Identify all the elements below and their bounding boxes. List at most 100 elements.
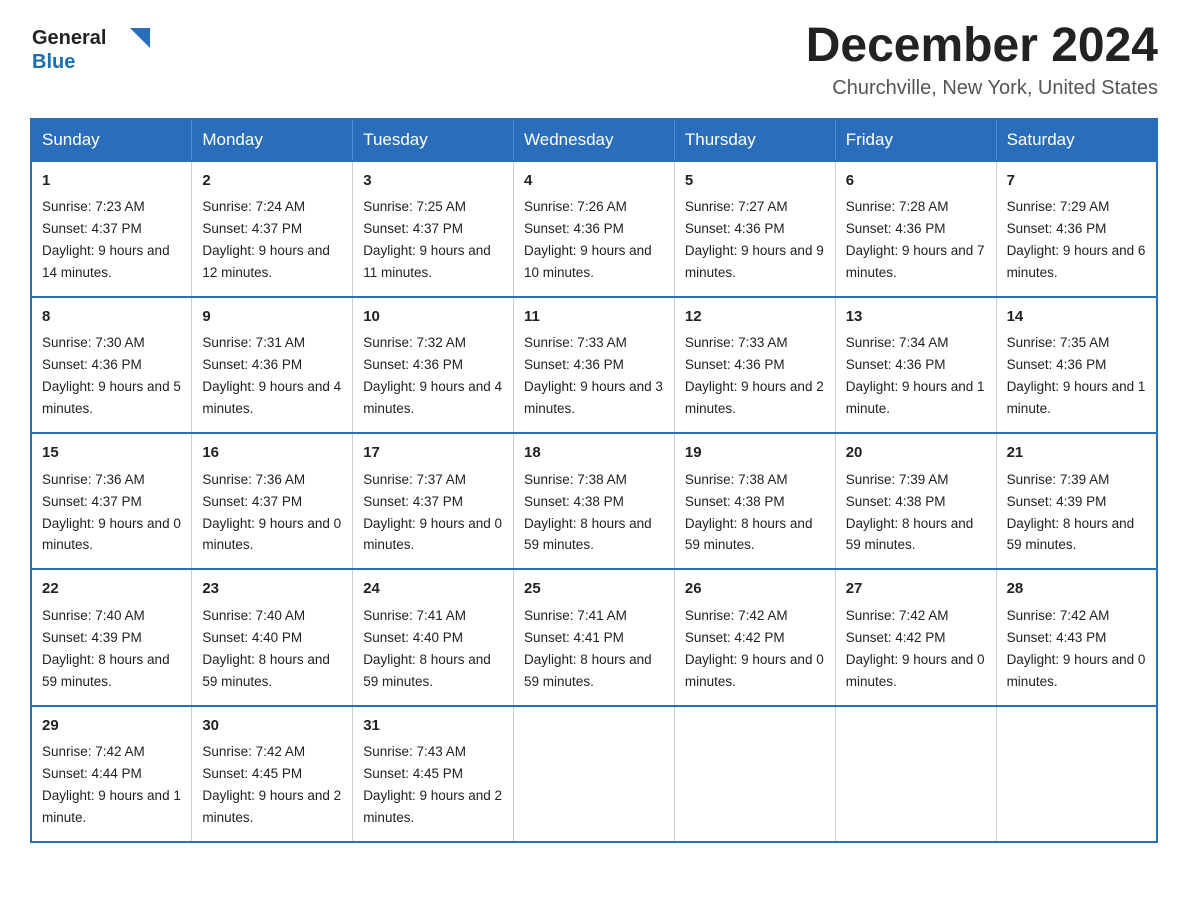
calendar-cell: 10 Sunrise: 7:32 AMSunset: 4:36 PMDaylig… (353, 297, 514, 433)
header-friday: Friday (835, 119, 996, 161)
calendar-cell: 14 Sunrise: 7:35 AMSunset: 4:36 PMDaylig… (996, 297, 1157, 433)
calendar-cell: 16 Sunrise: 7:36 AMSunset: 4:37 PMDaylig… (192, 433, 353, 569)
calendar-cell: 20 Sunrise: 7:39 AMSunset: 4:38 PMDaylig… (835, 433, 996, 569)
day-info: Sunrise: 7:39 AMSunset: 4:39 PMDaylight:… (1007, 472, 1135, 553)
day-info: Sunrise: 7:32 AMSunset: 4:36 PMDaylight:… (363, 335, 502, 416)
week-row-2: 8 Sunrise: 7:30 AMSunset: 4:36 PMDayligh… (31, 297, 1157, 433)
day-info: Sunrise: 7:38 AMSunset: 4:38 PMDaylight:… (524, 472, 652, 553)
day-info: Sunrise: 7:40 AMSunset: 4:40 PMDaylight:… (202, 608, 330, 689)
calendar-table: SundayMondayTuesdayWednesdayThursdayFrid… (30, 118, 1158, 843)
svg-text:General: General (32, 27, 106, 49)
day-info: Sunrise: 7:42 AMSunset: 4:43 PMDaylight:… (1007, 608, 1146, 689)
day-number: 24 (363, 578, 503, 601)
day-info: Sunrise: 7:42 AMSunset: 4:42 PMDaylight:… (685, 608, 824, 689)
calendar-cell: 29 Sunrise: 7:42 AMSunset: 4:44 PMDaylig… (31, 706, 192, 842)
day-info: Sunrise: 7:43 AMSunset: 4:45 PMDaylight:… (363, 744, 502, 825)
day-info: Sunrise: 7:36 AMSunset: 4:37 PMDaylight:… (42, 472, 181, 553)
calendar-cell: 11 Sunrise: 7:33 AMSunset: 4:36 PMDaylig… (514, 297, 675, 433)
day-info: Sunrise: 7:23 AMSunset: 4:37 PMDaylight:… (42, 199, 170, 280)
calendar-cell: 23 Sunrise: 7:40 AMSunset: 4:40 PMDaylig… (192, 569, 353, 705)
calendar-cell (514, 706, 675, 842)
day-number: 12 (685, 306, 825, 329)
svg-text:Blue: Blue (32, 51, 75, 73)
day-info: Sunrise: 7:31 AMSunset: 4:36 PMDaylight:… (202, 335, 341, 416)
day-info: Sunrise: 7:29 AMSunset: 4:36 PMDaylight:… (1007, 199, 1146, 280)
day-number: 27 (846, 578, 986, 601)
day-info: Sunrise: 7:42 AMSunset: 4:45 PMDaylight:… (202, 744, 341, 825)
day-info: Sunrise: 7:27 AMSunset: 4:36 PMDaylight:… (685, 199, 824, 280)
day-number: 22 (42, 578, 181, 601)
calendar-header-row: SundayMondayTuesdayWednesdayThursdayFrid… (31, 119, 1157, 161)
day-number: 1 (42, 170, 181, 193)
calendar-cell: 30 Sunrise: 7:42 AMSunset: 4:45 PMDaylig… (192, 706, 353, 842)
calendar-cell: 22 Sunrise: 7:40 AMSunset: 4:39 PMDaylig… (31, 569, 192, 705)
month-title: December 2024 (806, 20, 1158, 73)
title-block: December 2024 Churchville, New York, Uni… (806, 20, 1158, 100)
week-row-3: 15 Sunrise: 7:36 AMSunset: 4:37 PMDaylig… (31, 433, 1157, 569)
calendar-cell: 13 Sunrise: 7:34 AMSunset: 4:36 PMDaylig… (835, 297, 996, 433)
calendar-cell: 28 Sunrise: 7:42 AMSunset: 4:43 PMDaylig… (996, 569, 1157, 705)
day-number: 25 (524, 578, 664, 601)
day-number: 21 (1007, 442, 1146, 465)
day-number: 23 (202, 578, 342, 601)
calendar-cell: 24 Sunrise: 7:41 AMSunset: 4:40 PMDaylig… (353, 569, 514, 705)
calendar-cell (835, 706, 996, 842)
calendar-cell: 8 Sunrise: 7:30 AMSunset: 4:36 PMDayligh… (31, 297, 192, 433)
day-number: 29 (42, 715, 181, 738)
calendar-cell: 5 Sunrise: 7:27 AMSunset: 4:36 PMDayligh… (674, 161, 835, 297)
calendar-cell: 9 Sunrise: 7:31 AMSunset: 4:36 PMDayligh… (192, 297, 353, 433)
calendar-cell: 2 Sunrise: 7:24 AMSunset: 4:37 PMDayligh… (192, 161, 353, 297)
calendar-cell: 25 Sunrise: 7:41 AMSunset: 4:41 PMDaylig… (514, 569, 675, 705)
header-saturday: Saturday (996, 119, 1157, 161)
calendar-cell: 4 Sunrise: 7:26 AMSunset: 4:36 PMDayligh… (514, 161, 675, 297)
day-number: 15 (42, 442, 181, 465)
day-info: Sunrise: 7:36 AMSunset: 4:37 PMDaylight:… (202, 472, 341, 553)
calendar-cell: 6 Sunrise: 7:28 AMSunset: 4:36 PMDayligh… (835, 161, 996, 297)
week-row-4: 22 Sunrise: 7:40 AMSunset: 4:39 PMDaylig… (31, 569, 1157, 705)
day-info: Sunrise: 7:34 AMSunset: 4:36 PMDaylight:… (846, 335, 985, 416)
day-info: Sunrise: 7:41 AMSunset: 4:40 PMDaylight:… (363, 608, 491, 689)
calendar-cell: 31 Sunrise: 7:43 AMSunset: 4:45 PMDaylig… (353, 706, 514, 842)
day-number: 10 (363, 306, 503, 329)
calendar-cell: 15 Sunrise: 7:36 AMSunset: 4:37 PMDaylig… (31, 433, 192, 569)
header-thursday: Thursday (674, 119, 835, 161)
day-number: 28 (1007, 578, 1146, 601)
day-number: 14 (1007, 306, 1146, 329)
day-info: Sunrise: 7:30 AMSunset: 4:36 PMDaylight:… (42, 335, 181, 416)
logo: General Blue (30, 20, 150, 75)
week-row-5: 29 Sunrise: 7:42 AMSunset: 4:44 PMDaylig… (31, 706, 1157, 842)
day-info: Sunrise: 7:25 AMSunset: 4:37 PMDaylight:… (363, 199, 491, 280)
day-number: 2 (202, 170, 342, 193)
day-number: 31 (363, 715, 503, 738)
day-number: 18 (524, 442, 664, 465)
day-info: Sunrise: 7:37 AMSunset: 4:37 PMDaylight:… (363, 472, 502, 553)
day-number: 20 (846, 442, 986, 465)
calendar-cell: 21 Sunrise: 7:39 AMSunset: 4:39 PMDaylig… (996, 433, 1157, 569)
day-number: 3 (363, 170, 503, 193)
calendar-cell (996, 706, 1157, 842)
header-monday: Monday (192, 119, 353, 161)
calendar-cell: 26 Sunrise: 7:42 AMSunset: 4:42 PMDaylig… (674, 569, 835, 705)
day-info: Sunrise: 7:40 AMSunset: 4:39 PMDaylight:… (42, 608, 170, 689)
logo-svg: General Blue (30, 20, 150, 75)
day-number: 9 (202, 306, 342, 329)
day-number: 6 (846, 170, 986, 193)
calendar-cell: 3 Sunrise: 7:25 AMSunset: 4:37 PMDayligh… (353, 161, 514, 297)
calendar-cell: 17 Sunrise: 7:37 AMSunset: 4:37 PMDaylig… (353, 433, 514, 569)
day-number: 4 (524, 170, 664, 193)
day-number: 13 (846, 306, 986, 329)
day-info: Sunrise: 7:42 AMSunset: 4:42 PMDaylight:… (846, 608, 985, 689)
day-number: 11 (524, 306, 664, 329)
day-number: 30 (202, 715, 342, 738)
calendar-cell: 7 Sunrise: 7:29 AMSunset: 4:36 PMDayligh… (996, 161, 1157, 297)
day-info: Sunrise: 7:28 AMSunset: 4:36 PMDaylight:… (846, 199, 985, 280)
calendar-cell: 1 Sunrise: 7:23 AMSunset: 4:37 PMDayligh… (31, 161, 192, 297)
day-number: 8 (42, 306, 181, 329)
header-tuesday: Tuesday (353, 119, 514, 161)
day-info: Sunrise: 7:24 AMSunset: 4:37 PMDaylight:… (202, 199, 330, 280)
day-info: Sunrise: 7:38 AMSunset: 4:38 PMDaylight:… (685, 472, 813, 553)
header-sunday: Sunday (31, 119, 192, 161)
calendar-cell: 12 Sunrise: 7:33 AMSunset: 4:36 PMDaylig… (674, 297, 835, 433)
calendar-cell (674, 706, 835, 842)
day-info: Sunrise: 7:39 AMSunset: 4:38 PMDaylight:… (846, 472, 974, 553)
